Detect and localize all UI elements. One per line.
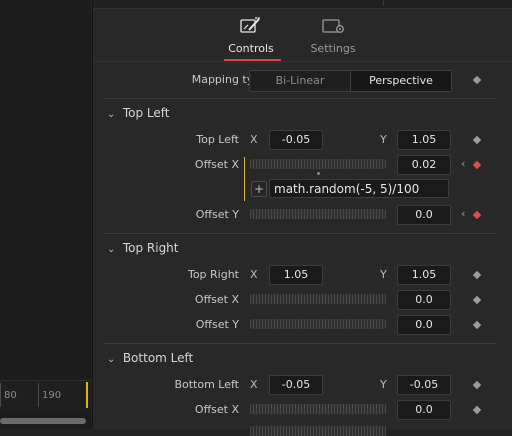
mapping-bilinear-button[interactable]: Bi-Linear [250,71,351,91]
top-left-y-input[interactable]: 1.05 [397,130,451,150]
bottom-left-y-input[interactable]: -0.05 [397,375,451,395]
top-left-point-label: Top Left [196,133,239,146]
x-axis-label: X [250,133,258,146]
offset-y-input[interactable]: 0.0 [397,315,451,335]
tab-settings-label: Settings [310,42,356,55]
timeline-tick [38,383,39,407]
section-title: Top Left [122,106,170,120]
partial-slider [250,426,386,436]
tab-controls-label: Controls [228,42,274,55]
top-left-x-input[interactable]: -0.05 [269,130,323,150]
chevron-down-icon: ⌄ [107,354,116,365]
offset-y-input[interactable]: 0.0 [397,205,451,225]
playhead[interactable] [86,382,88,408]
y-axis-label: Y [380,268,387,281]
settings-gear-icon [322,19,344,33]
keyframe-diamond-icon[interactable] [472,405,482,415]
y-axis-label: Y [380,378,387,391]
keyframe-diamond-icon[interactable] [472,295,482,305]
offset-x-slider[interactable] [250,404,386,414]
offset-x-label: Offset X [194,403,239,416]
y-axis-label: Y [380,133,387,146]
section-title: Top Right [122,241,179,255]
offset-x-slider[interactable] [250,159,386,169]
tab-separator [93,61,512,62]
mapping-type-label: Mapping type [191,73,267,86]
tab-settings[interactable]: Settings [298,14,368,62]
slider-default-marker [317,172,320,175]
tab-controls[interactable]: Controls [216,14,286,62]
offset-x-input[interactable]: 0.0 [397,400,451,420]
keyframe-diamond-icon[interactable] [472,135,482,145]
expression-input[interactable]: math.random(-5, 5)/100 [269,179,449,198]
controls-brush-icon [240,16,260,33]
keyframe-diamond-icon[interactable] [472,270,482,280]
timeline-tick-label: 80 [4,390,17,401]
top-right-x-input[interactable]: 1.05 [269,265,323,285]
add-expression-icon[interactable]: + [251,181,267,197]
previous-keyframe-icon[interactable]: ‹ [461,207,465,220]
offset-y-slider[interactable] [250,319,386,329]
inspector-panel: Controls Settings Mapping type Bi-Linear… [92,0,512,436]
section-divider [104,233,497,234]
timeline-tick [0,383,1,407]
offset-y-label: Offset Y [195,318,239,331]
offset-y-slider[interactable] [250,209,386,219]
chevron-down-icon: ⌄ [107,109,116,120]
offset-x-input[interactable]: 0.0 [397,290,451,310]
offset-x-input[interactable]: 0.02 [397,155,451,175]
previous-keyframe-icon[interactable]: ‹ [461,157,465,170]
section-divider [104,343,497,344]
top-bar-divider [383,0,384,6]
x-axis-label: X [250,268,258,281]
keyframe-diamond-icon[interactable] [472,210,482,220]
section-header-bottom-left[interactable]: ⌄ Bottom Left [107,351,193,365]
inspector-top-bar [93,0,512,9]
offset-x-label: Offset X [194,158,239,171]
section-divider [104,98,497,99]
timeline-tick-label: 190 [42,390,62,401]
keyframe-diamond-icon[interactable] [472,75,482,85]
keyframe-diamond-icon[interactable] [472,160,482,170]
mapping-type-selector: Bi-Linear Perspective [249,70,452,92]
section-header-top-right[interactable]: ⌄ Top Right [107,241,179,255]
keyframe-diamond-icon[interactable] [472,380,482,390]
offset-x-label: Offset X [194,293,239,306]
section-header-top-left[interactable]: ⌄ Top Left [107,106,169,120]
bottom-left-x-input[interactable]: -0.05 [269,375,323,395]
section-title: Bottom Left [122,351,194,365]
top-right-y-input[interactable]: 1.05 [397,265,451,285]
mapping-perspective-button[interactable]: Perspective [351,71,451,91]
timeline-pane [0,0,91,429]
keyframe-diamond-icon[interactable] [472,320,482,330]
offset-y-label: Offset Y [195,208,239,221]
bottom-left-point-label: Bottom Left [174,378,239,391]
expression-bracket [244,157,245,201]
x-axis-label: X [250,378,258,391]
chevron-down-icon: ⌄ [107,244,116,255]
top-right-point-label: Top Right [187,268,239,281]
offset-x-slider[interactable] [250,294,386,304]
horizontal-scrollbar[interactable] [0,418,86,424]
